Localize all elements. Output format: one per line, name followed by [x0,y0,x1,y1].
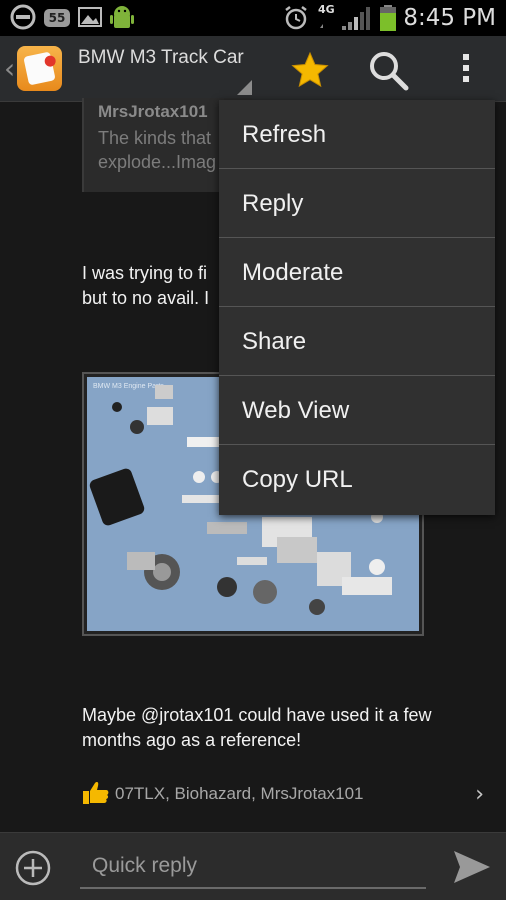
image-icon [78,7,102,27]
menu-item-refresh[interactable]: Refresh [219,100,495,169]
send-icon[interactable] [452,849,492,885]
quote-author: MrsJrotax101 [98,102,208,121]
quick-reply-bar [0,832,506,900]
app-icon-paper [23,51,57,86]
clock: 8:45 PM [403,5,496,31]
post-text: Maybe @jrotax101 could have used it a fe… [82,705,432,750]
quick-reply-input[interactable] [80,845,426,889]
thread-title[interactable]: BMW M3 Track Car [78,46,248,69]
action-bar: ‹ BMW M3 Track Car [0,36,506,102]
minus-circle-icon [10,4,36,30]
post-text: I was trying to fi but to no avail. I [82,261,242,311]
signal-icon [320,7,370,30]
menu-item-copy-url[interactable]: Copy URL [219,445,495,514]
overflow-dot [463,54,469,60]
add-circle-icon[interactable] [14,849,52,887]
thumbs-up-icon [83,782,109,804]
menu-item-label: Web View [242,397,350,424]
overflow-dot [463,76,469,82]
post-line: but to no avail. I [82,288,210,308]
thanks-row[interactable]: 07TLX, Biohazard, MrsJrotax101 › [82,780,494,810]
chevron-right-icon[interactable]: › [475,782,484,807]
image-caption: BMW M3 Engine Parts [93,383,164,390]
overflow-menu-icon[interactable] [458,54,474,86]
menu-item-label: Moderate [242,259,344,286]
battery-icon [380,5,396,31]
app-icon-dot [43,54,57,68]
menu-item-label: Refresh [242,121,327,148]
menu-item-label: Copy URL [242,466,353,493]
overflow-menu: Refresh Reply Moderate Share Web View Co… [219,100,495,515]
thanks-names: 07TLX, Biohazard, MrsJrotax101 [115,784,364,803]
overflow-dot [463,65,469,71]
notification-badge: 55 [44,9,70,27]
menu-item-label: Reply [242,190,304,217]
back-chevron-icon[interactable]: ‹ [4,52,15,85]
menu-item-reply[interactable]: Reply [219,169,495,238]
search-icon[interactable] [368,50,410,92]
alarm-icon [285,6,307,30]
menu-item-share[interactable]: Share [219,307,495,376]
post-line: I was trying to fi [82,263,208,283]
android-icon [110,6,134,28]
app-icon[interactable] [17,46,62,91]
status-bar: 55 4G 8:45 PM [0,0,506,36]
title-dropdown-indicator[interactable] [237,80,252,95]
menu-item-label: Share [242,328,307,355]
star-icon[interactable] [290,50,330,90]
menu-item-web-view[interactable]: Web View [219,376,495,445]
menu-item-moderate[interactable]: Moderate [219,238,495,307]
